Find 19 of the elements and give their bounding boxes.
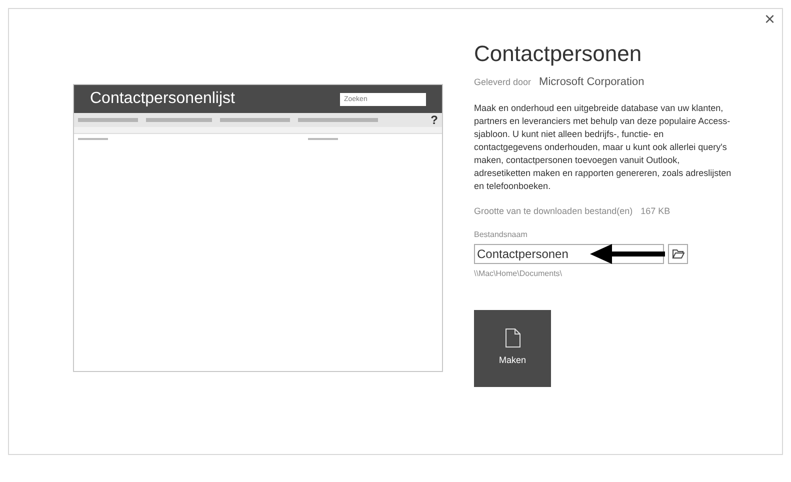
preview-toolbar-drawing: [146, 118, 212, 122]
provider-name: Microsoft Corporation: [539, 74, 644, 90]
preview-title: Contactpersonenlijst: [90, 89, 235, 109]
provider-label: Geleverd door: [474, 76, 532, 88]
file-name-label: Bestandsnaam: [474, 228, 528, 240]
browse-button[interactable]: [668, 244, 688, 264]
preview-toolbar-drawing: [220, 118, 290, 122]
template-title: Contactpersonen: [474, 40, 643, 68]
create-button[interactable]: Maken: [474, 310, 551, 386]
template-description: Maak en onderhoud een uitgebreide database van uw klanten, partners en leveranciers met behulp van deze populaire Access-sjabloon. U kunt niet alleen bedrijfs-, functie- en contactgegevens onderhouden, maar u kunt ook allerlei query's maken, contactpersonen toevoegen vanuit Outlook, adresetiketten maken en rapporten genereren, zoals adreslijsten en telefoonboeken.: [474, 102, 732, 193]
file-path: \\Mac\Home\Documents\: [474, 268, 564, 280]
preview-toolbar-drawing: [78, 118, 138, 122]
close-button[interactable]: ×: [764, 10, 775, 28]
size-value: 167 KB: [640, 205, 670, 218]
folder-icon: [672, 248, 684, 258]
size-label: Grootte van te downloaden bestand(en): [474, 205, 633, 218]
help-icon: ?: [430, 114, 438, 126]
document-icon: [504, 328, 520, 348]
file-name-field[interactable]: Contactpersonen: [474, 244, 664, 264]
